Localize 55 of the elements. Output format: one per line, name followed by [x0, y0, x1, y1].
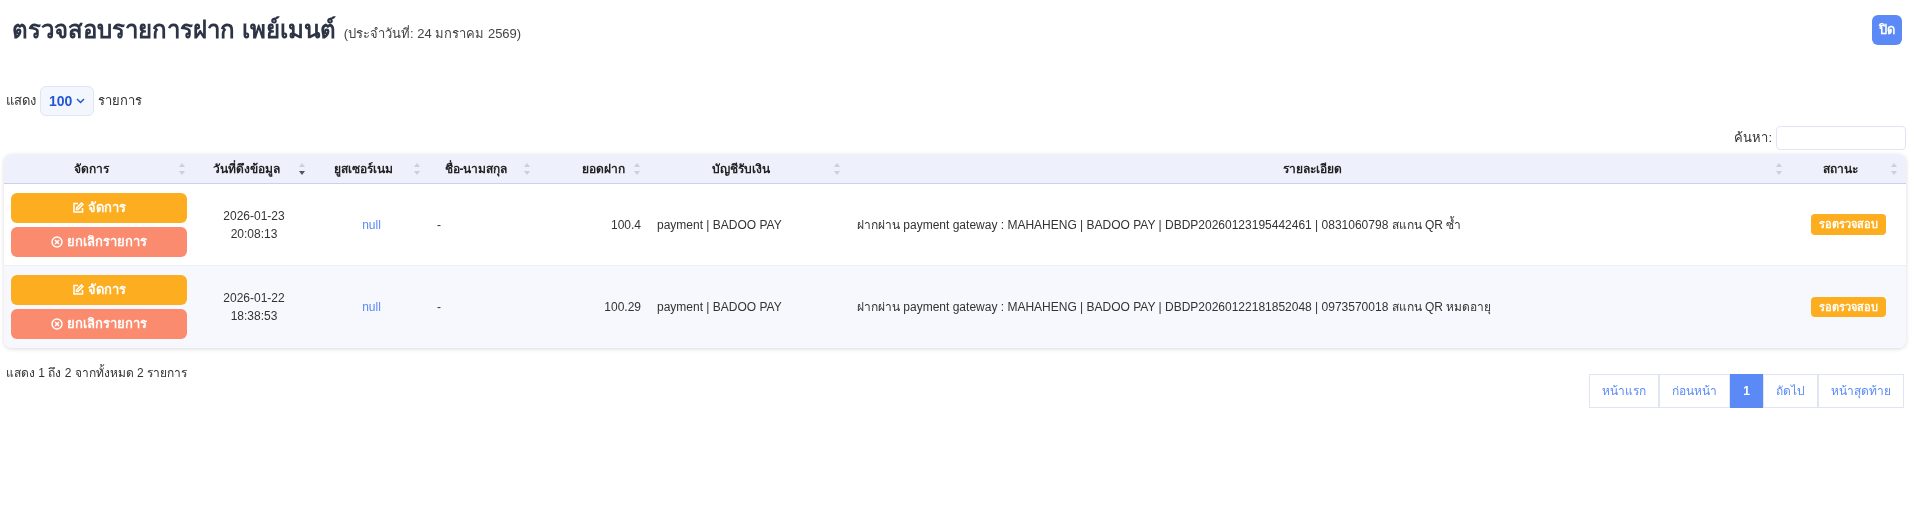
manage-button[interactable]: จัดการ [11, 192, 187, 223]
column-header[interactable]: ยูสเซอร์เนม [322, 159, 405, 178]
column-header[interactable]: รายละเอียด [857, 159, 1767, 178]
time-text: 18:38:53 [230, 308, 278, 325]
column-header[interactable]: วันที่ดึงข้อมูล [202, 159, 290, 178]
detail-text: ฝากผ่าน payment gateway : MAHAHENG | BADOO PAY | DBDP20260122181852048 | 0973570018 สแกน QR หมดอายุ [857, 300, 1492, 314]
pagination-button[interactable]: ก่อนหน้า [1659, 374, 1731, 408]
length-label: แสดง [6, 92, 36, 111]
date-text: 2026-01-23 [223, 207, 285, 225]
close-button[interactable]: ปิด [1872, 15, 1902, 45]
chevron-down-icon [76, 98, 86, 104]
pagination-button[interactable]: หน้าสุดท้าย [1818, 374, 1904, 408]
pagination-button[interactable]: ถัดไป [1763, 374, 1818, 408]
page-subtitle: (ประจำวันที่: 24 มกราคม 2569) [343, 24, 522, 43]
table-info: แสดง 1 ถึง 2 จากทั้งหมด 2 รายการ [6, 364, 188, 382]
sort-icon [633, 161, 641, 176]
date-text: 2026-01-22 [223, 290, 285, 307]
sort-icon [1890, 161, 1898, 176]
username-link[interactable]: null [362, 217, 381, 232]
length-label: รายการ [98, 92, 143, 111]
search-label: ค้นหา: [1734, 129, 1772, 148]
account-text: payment | BADOO PAY [657, 300, 782, 314]
name-text: - [437, 300, 441, 314]
detail-text: ฝากผ่าน payment gateway : MAHAHENG | BADOO PAY | DBDP20260123195442461 | 0831060798 สแกน QR ซ้ำ [857, 217, 1462, 232]
edit-icon [72, 201, 84, 214]
edit-icon [72, 284, 84, 296]
column-header[interactable]: ชื่อ-นามสกุล [437, 159, 515, 178]
column-header[interactable]: จัดการ [12, 159, 170, 178]
username-link[interactable]: null [362, 300, 381, 314]
status-badge: รอตรวจสอบ [1811, 296, 1886, 318]
page-title: ตรวจสอบรายการฝาก เพย์เมนต์ [12, 15, 336, 45]
cancel-button[interactable]: ยกเลิกรายการ [11, 226, 187, 257]
sort-icon [413, 161, 421, 176]
manage-button[interactable]: จัดการ [11, 275, 187, 305]
pagination-button[interactable]: หน้าแรก [1589, 374, 1660, 408]
sort-icon [178, 161, 186, 176]
sort-icon [523, 161, 531, 176]
time-text: 20:08:13 [230, 225, 278, 243]
column-header[interactable]: บัญชีรับเงิน [657, 159, 825, 178]
sort-icon [298, 161, 306, 176]
column-header[interactable]: ยอดฝาก [547, 159, 625, 178]
sort-icon [1775, 161, 1783, 176]
status-badge: รอตรวจสอบ [1811, 214, 1886, 235]
column-header[interactable]: สถานะ [1799, 159, 1882, 178]
amount-text: 100.29 [604, 300, 641, 314]
sort-icon [833, 161, 841, 176]
name-text: - [437, 217, 441, 232]
cancel-icon [51, 235, 63, 248]
pagination-button[interactable]: 1 [1730, 374, 1763, 408]
cancel-icon [51, 318, 63, 330]
page-size-select[interactable]: 100 [40, 86, 95, 116]
search-field[interactable] [1776, 126, 1906, 150]
amount-text: 100.4 [610, 217, 641, 232]
account-text: payment | BADOO PAY [657, 217, 782, 232]
cancel-button[interactable]: ยกเลิกรายการ [11, 309, 187, 339]
